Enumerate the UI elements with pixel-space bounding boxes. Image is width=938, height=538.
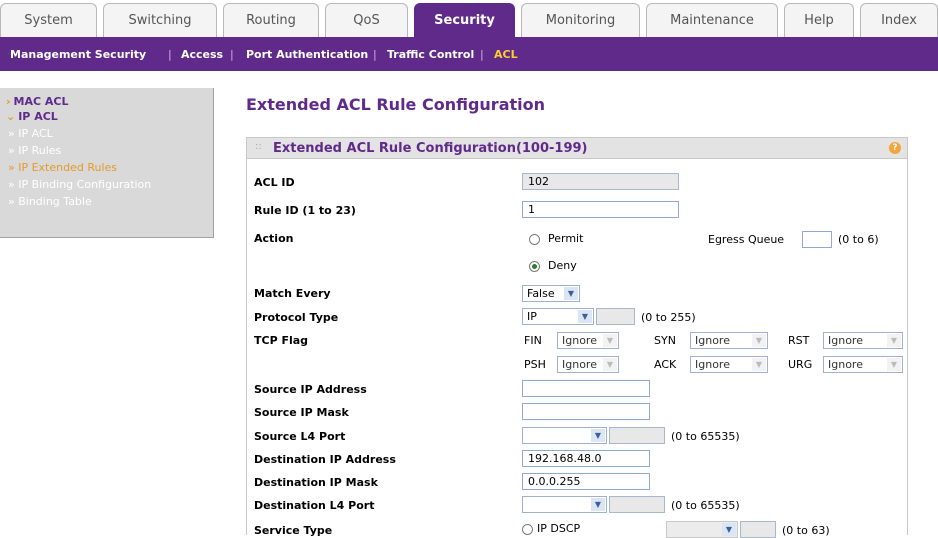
tab-qos[interactable]: QoS: [325, 3, 408, 37]
chevron-down-icon: ▼: [564, 287, 578, 300]
match-every-select[interactable]: False ▼: [522, 285, 580, 302]
subnav-separator: |: [168, 48, 172, 61]
chevron-right-icon: ›: [6, 95, 11, 108]
destination-mask-field[interactable]: 0.0.0.255: [522, 473, 650, 490]
chevron-down-icon: ▼: [887, 358, 901, 371]
ack-select[interactable]: Ignore ▼: [690, 356, 768, 373]
acl-id-field: 102: [522, 173, 679, 190]
ip-dscp-select[interactable]: ▼: [666, 521, 738, 538]
ip-dscp-field: [740, 521, 776, 538]
acl-id-label: ACL ID: [254, 176, 295, 189]
drag-handle-icon: ::: [255, 141, 262, 152]
protocol-range: (0 to 255): [641, 311, 696, 324]
destination-mask-label: Destination IP Mask: [254, 476, 378, 489]
source-l4-port-select[interactable]: ▼: [522, 427, 607, 444]
panel-header: :: Extended ACL Rule Configuration(100-1…: [247, 138, 907, 159]
ip-dscp-radio[interactable]: [522, 524, 533, 535]
destination-port-range: (0 to 65535): [671, 499, 740, 512]
subnav-management-security[interactable]: Management Security: [10, 48, 146, 61]
tcp-flag-label: TCP Flag: [254, 334, 309, 347]
destination-l4-port-field: [609, 496, 665, 513]
rule-id-field[interactable]: 1: [522, 201, 679, 218]
source-mask-field[interactable]: [522, 403, 650, 420]
egress-queue-label: Egress Queue: [708, 233, 785, 246]
protocol-number-field: [596, 308, 635, 325]
sidebar-item-ip-binding-configuration[interactable]: » IP Binding Configuration: [8, 178, 151, 191]
tab-monitoring[interactable]: Monitoring: [521, 3, 640, 37]
subnav-access[interactable]: Access: [181, 48, 223, 61]
sidebar-item-ip-rules[interactable]: » IP Rules: [8, 144, 61, 157]
chevron-down-icon: ▼: [752, 358, 766, 371]
source-mask-label: Source IP Mask: [254, 406, 349, 419]
action-label: Action: [254, 232, 294, 245]
chevron-down-icon: ⌄: [6, 110, 16, 123]
match-every-label: Match Every: [254, 287, 331, 300]
destination-l4-port-label: Destination L4 Port: [254, 499, 375, 512]
fin-select[interactable]: Ignore ▼: [557, 332, 619, 349]
chevron-down-icon: ▼: [722, 523, 736, 536]
urg-select[interactable]: Ignore ▼: [823, 356, 903, 373]
sidebar-item-binding-table[interactable]: » Binding Table: [8, 195, 92, 208]
destination-l4-port-select[interactable]: ▼: [522, 496, 607, 513]
subnav-acl[interactable]: ACL: [494, 48, 518, 61]
deny-label: Deny: [548, 259, 577, 272]
fin-label: FIN: [524, 334, 542, 347]
top-tab-bar: System Switching Routing QoS Security Mo…: [0, 0, 938, 37]
subnav-separator: |: [373, 48, 377, 61]
destination-ip-label: Destination IP Address: [254, 453, 396, 466]
rst-label: RST: [788, 334, 810, 347]
sidebar-item-ip-acl-sub[interactable]: » IP ACL: [8, 127, 53, 140]
tab-system[interactable]: System: [0, 3, 97, 37]
source-l4-port-field: [609, 427, 665, 444]
service-type-label: Service Type: [254, 524, 333, 537]
source-port-range: (0 to 65535): [671, 430, 740, 443]
syn-select[interactable]: Ignore ▼: [690, 332, 768, 349]
permit-label: Permit: [548, 232, 584, 245]
psh-select[interactable]: Ignore ▼: [557, 356, 619, 373]
left-sidebar: › MAC ACL ⌄ IP ACL » IP ACL » IP Rules » I…: [0, 88, 214, 238]
source-ip-label: Source IP Address: [254, 383, 367, 396]
sidebar-item-mac-acl[interactable]: › MAC ACL: [6, 95, 69, 108]
protocol-type-label: Protocol Type: [254, 311, 339, 324]
rst-select[interactable]: Ignore ▼: [823, 332, 903, 349]
permit-radio[interactable]: [529, 234, 540, 245]
ip-dscp-label: IP DSCP: [537, 522, 581, 535]
egress-queue-field[interactable]: [802, 231, 832, 248]
sidebar-item-ip-acl[interactable]: ⌄ IP ACL: [6, 110, 58, 123]
subnav-separator: |: [480, 48, 484, 61]
urg-label: URG: [788, 358, 813, 371]
chevron-down-icon: ▼: [603, 358, 617, 371]
tab-maintenance[interactable]: Maintenance: [646, 3, 778, 37]
tab-switching[interactable]: Switching: [103, 3, 217, 37]
help-icon[interactable]: ?: [889, 142, 901, 154]
tab-routing[interactable]: Routing: [223, 3, 319, 37]
psh-label: PSH: [524, 358, 546, 371]
deny-radio[interactable]: [529, 261, 540, 272]
source-ip-field[interactable]: [522, 380, 650, 397]
rule-id-label: Rule ID (1 to 23): [254, 204, 356, 217]
chevron-down-icon: ▼: [578, 310, 592, 323]
tab-help[interactable]: Help: [784, 3, 854, 37]
protocol-type-select[interactable]: IP ▼: [522, 308, 594, 325]
tab-index[interactable]: Index: [860, 3, 938, 37]
subnav-separator: |: [230, 48, 234, 61]
tab-security[interactable]: Security: [414, 3, 515, 37]
subnav-traffic-control[interactable]: Traffic Control: [387, 48, 474, 61]
security-subnav: Management Security | Access | Port Auth…: [0, 37, 938, 71]
ack-label: ACK: [654, 358, 677, 371]
chevron-down-icon: ▼: [591, 429, 605, 442]
egress-queue-range: (0 to 6): [838, 233, 879, 246]
source-l4-port-label: Source L4 Port: [254, 430, 346, 443]
panel-title: Extended ACL Rule Configuration(100-199): [273, 141, 588, 156]
syn-label: SYN: [654, 334, 676, 347]
subnav-port-authentication[interactable]: Port Authentication: [246, 48, 368, 61]
sidebar-item-ip-extended-rules[interactable]: » IP Extended Rules: [8, 161, 117, 174]
chevron-down-icon: ▼: [603, 334, 617, 347]
chevron-down-icon: ▼: [752, 334, 766, 347]
destination-ip-field[interactable]: 192.168.48.0: [522, 450, 650, 467]
dscp-range: (0 to 63): [782, 524, 830, 537]
chevron-down-icon: ▼: [887, 334, 901, 347]
page-title: Extended ACL Rule Configuration: [246, 95, 546, 114]
chevron-down-icon: ▼: [591, 498, 605, 511]
